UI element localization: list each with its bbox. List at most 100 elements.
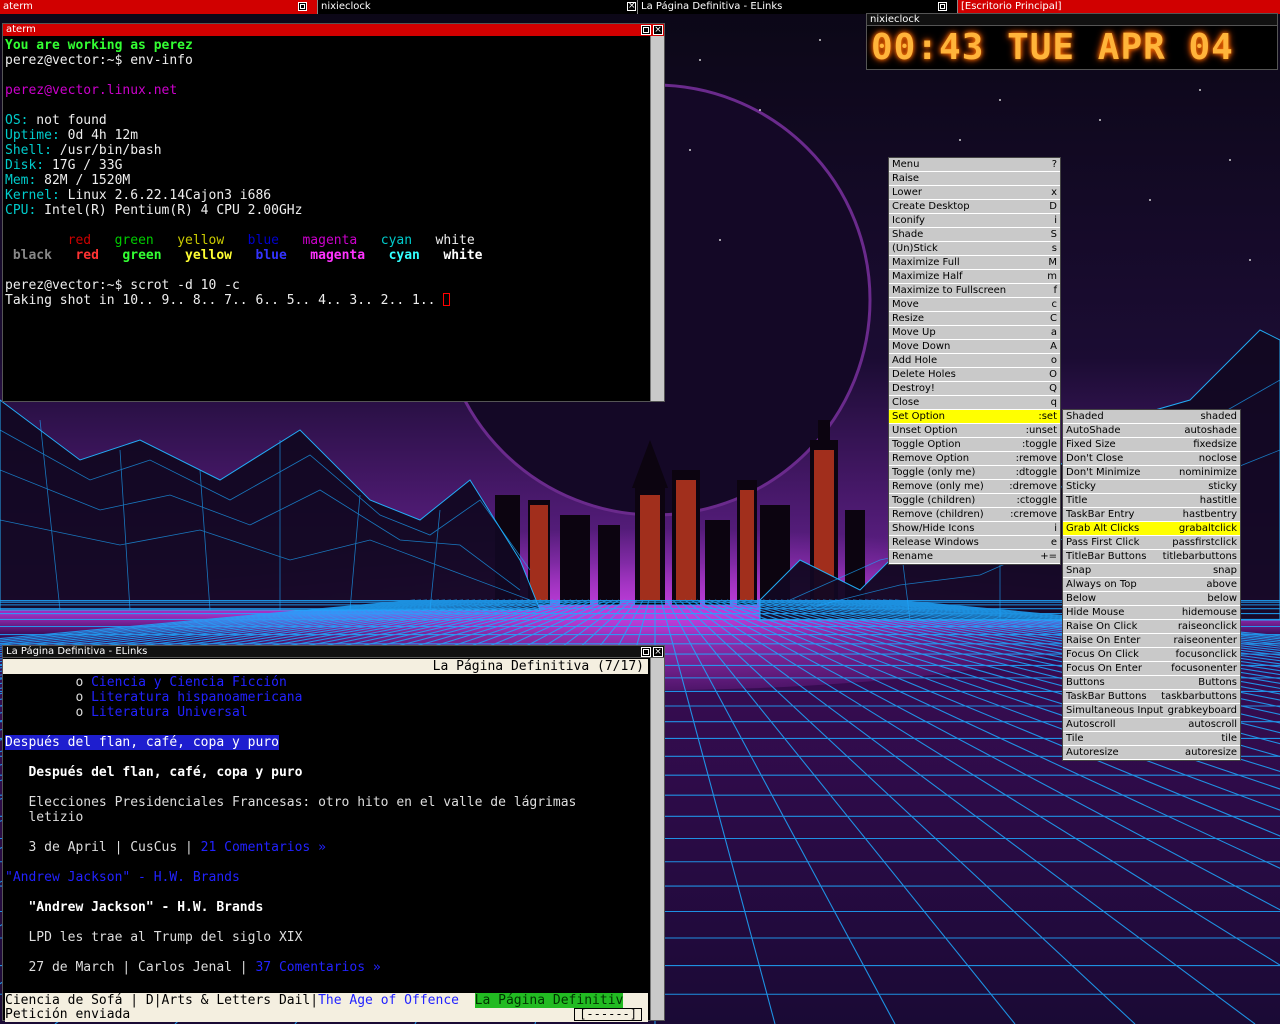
tab[interactable]: Ciencia de Sofá | D — [5, 993, 154, 1008]
taskbar-item-desktop[interactable]: [Escritorio Principal] — [958, 0, 1280, 14]
menu-item[interactable]: TaskBar Entry hastbentry — [1063, 508, 1240, 522]
menu-item[interactable]: Close q — [889, 396, 1060, 410]
menu-item[interactable]: Fixed Size fixedsize — [1063, 438, 1240, 452]
terminal-line: Disk: 17G / 33G — [5, 158, 123, 173]
menu-item-shortcut: passfirstclick — [1172, 537, 1237, 548]
maximize-icon[interactable] — [641, 647, 651, 657]
close-icon[interactable]: × — [653, 647, 663, 657]
menu-item[interactable]: Rename += — [889, 550, 1060, 564]
menu-item[interactable]: Resize C — [889, 312, 1060, 326]
nixieclock-titlebar[interactable]: nixieclock — [867, 14, 1277, 26]
category-link[interactable]: Literatura Universal — [91, 705, 248, 720]
menu-item[interactable]: Lower x — [889, 186, 1060, 200]
close-icon[interactable]: × — [627, 2, 636, 11]
menu-item[interactable]: Focus On Click focusonclick — [1063, 648, 1240, 662]
menu-item[interactable]: Set Option:set — [889, 410, 1060, 424]
menu-item[interactable]: Maximize Full M — [889, 256, 1060, 270]
elinks-window[interactable]: La Página Definitiva - ELinks × La Págin… — [2, 645, 665, 1022]
menu-item[interactable]: Move Down A — [889, 340, 1060, 354]
menu-item-shortcut: taskbarbuttons — [1161, 691, 1237, 702]
menu-item[interactable]: Menu? — [889, 158, 1060, 172]
aterm-titlebar[interactable]: aterm × — [3, 24, 664, 36]
menu-item[interactable]: Don't Minimize nominimize — [1063, 466, 1240, 480]
menu-item[interactable]: (Un)Stick s — [889, 242, 1060, 256]
menu-item-label: TaskBar Entry — [1066, 509, 1135, 520]
taskbar-item-elinks[interactable]: La Página Definitiva - ELinks — [638, 0, 958, 14]
menu-item-label: Raise On Enter — [1066, 635, 1141, 646]
category-link[interactable]: Ciencia y Ciencia Ficción — [91, 675, 287, 690]
menu-item[interactable]: Tile tile — [1063, 732, 1240, 746]
menu-item[interactable]: Maximize to Fullscreen f — [889, 284, 1060, 298]
menu-item[interactable]: Maximize Half m — [889, 270, 1060, 284]
menu-item[interactable]: Add Hole o — [889, 354, 1060, 368]
post-link-selected[interactable]: Después del flan, café, copa y puro — [5, 735, 279, 750]
tab[interactable]: Arts & Letters Dail — [162, 993, 311, 1008]
menu-item[interactable]: Focus On Enter focusonenter — [1063, 662, 1240, 676]
menu-item[interactable]: Grab Alt Clicks grabaltclick — [1063, 522, 1240, 536]
menu-item[interactable]: Remove (only me):dremove — [889, 480, 1060, 494]
tab-current[interactable]: La Página Definitiv — [474, 993, 624, 1008]
aterm-window[interactable]: aterm × You are working as perez perez@ve… — [2, 23, 665, 402]
terminal-output[interactable]: You are working as perez perez@vector:~$ … — [5, 38, 645, 308]
menu-item-shortcut: A — [1050, 341, 1057, 352]
menu-item[interactable]: Unset Option:unset — [889, 424, 1060, 438]
menu-item[interactable]: Delete Holes O — [889, 368, 1060, 382]
menu-item[interactable]: Create Desktop D — [889, 200, 1060, 214]
menu-item[interactable]: Move c — [889, 298, 1060, 312]
menu-item[interactable]: Toggle (children):ctoggle — [889, 494, 1060, 508]
category-link[interactable]: Literatura hispanoamericana — [91, 690, 302, 705]
menu-item[interactable]: Toggle Option:toggle — [889, 438, 1060, 452]
elinks-titlebar[interactable]: La Página Definitiva - ELinks × — [3, 646, 664, 658]
menu-item[interactable]: Pass First Click passfirstclick — [1063, 536, 1240, 550]
menu-item[interactable]: Raise On Click raiseonclick — [1063, 620, 1240, 634]
menu-item[interactable]: Release Windows e — [889, 536, 1060, 550]
menu-item[interactable]: Sticky sticky — [1063, 480, 1240, 494]
close-icon[interactable]: × — [653, 25, 663, 35]
menu-item[interactable]: Autoresize autoresize — [1063, 746, 1240, 760]
taskbar-item-nixieclock[interactable]: nixieclock × — [318, 0, 638, 14]
menu-item[interactable]: Buttons Buttons — [1063, 676, 1240, 690]
maximize-icon[interactable] — [641, 25, 651, 35]
menu-item[interactable]: Remove Option:remove — [889, 452, 1060, 466]
menu-item[interactable]: Always on Top above — [1063, 578, 1240, 592]
terminal-line: CPU: Intel(R) Pentium(R) 4 CPU 2.00GHz — [5, 203, 303, 218]
menu-item-label: Autoscroll — [1066, 719, 1116, 730]
menu-item-shortcut: :set — [1038, 411, 1057, 422]
menu-item[interactable]: Hide Mouse hidemouse — [1063, 606, 1240, 620]
menu-item[interactable]: Show/Hide Icons i — [889, 522, 1060, 536]
nixieclock-window[interactable]: nixieclock 00:43 TUE APR 04 — [866, 13, 1278, 70]
menu-item[interactable]: Shaded shaded — [1063, 410, 1240, 424]
menu-item[interactable]: Simultaneous Input grabkeyboard — [1063, 704, 1240, 718]
tab[interactable]: The Age of Offence — [318, 993, 459, 1008]
menu-item[interactable]: TaskBar Buttons taskbarbuttons — [1063, 690, 1240, 704]
maximize-icon[interactable] — [298, 2, 307, 11]
menu-item[interactable]: Autoscroll autoscroll — [1063, 718, 1240, 732]
menu-item[interactable]: Iconify i — [889, 214, 1060, 228]
menu-item[interactable]: Raise On Enter raiseonenter — [1063, 634, 1240, 648]
menu-item-label: Close — [892, 397, 920, 408]
post-link[interactable]: "Andrew Jackson" - H.W. Brands — [5, 870, 240, 885]
comments-link[interactable]: 37 Comentarios » — [255, 960, 380, 975]
menu-item[interactable]: Move Up a — [889, 326, 1060, 340]
menu-item[interactable]: Shade S — [889, 228, 1060, 242]
menu-item[interactable]: Destroy! Q — [889, 382, 1060, 396]
menu-item-shortcut: ? — [1051, 159, 1057, 170]
menu-item[interactable]: AutoShade autoshade — [1063, 424, 1240, 438]
menu-item-shortcut: autoscroll — [1188, 719, 1237, 730]
scrollbar[interactable] — [650, 658, 664, 1020]
scrollbar[interactable] — [650, 36, 664, 401]
menu-item-label: Toggle (children) — [892, 495, 976, 506]
menu-item[interactable]: TitleBar Buttons titlebarbuttons — [1063, 550, 1240, 564]
page-content: o Ciencia y Ciencia Ficción o Literatura… — [5, 675, 645, 975]
color-row-normal: red green yellow blue magenta cyan white — [67, 233, 475, 248]
menu-item[interactable]: Below below — [1063, 592, 1240, 606]
comments-link[interactable]: 21 Comentarios » — [201, 840, 326, 855]
menu-item[interactable]: Raise — [889, 172, 1060, 186]
maximize-icon[interactable] — [938, 2, 947, 11]
menu-item[interactable]: Toggle (only me):dtoggle — [889, 466, 1060, 480]
menu-item[interactable]: Title hastitle — [1063, 494, 1240, 508]
menu-item[interactable]: Snap snap — [1063, 564, 1240, 578]
menu-item[interactable]: Don't Close noclose — [1063, 452, 1240, 466]
taskbar-item-aterm[interactable]: aterm — [0, 0, 318, 14]
menu-item[interactable]: Remove (children):cremove — [889, 508, 1060, 522]
